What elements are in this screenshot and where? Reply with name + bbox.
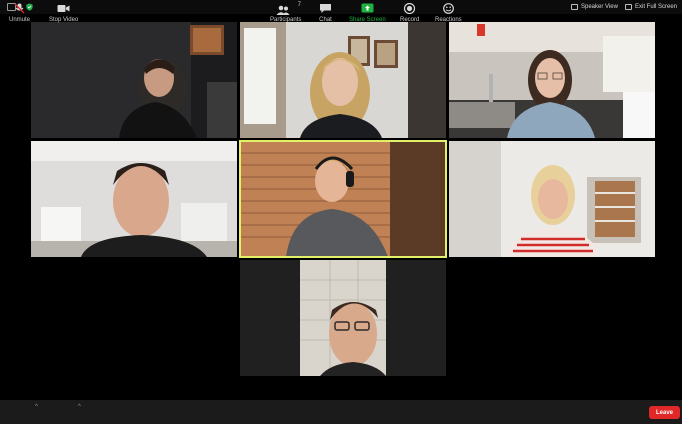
- speaker-view-icon: [571, 4, 578, 10]
- record-label: Record: [400, 17, 420, 23]
- participants-label: Participants: [270, 17, 302, 23]
- record-button[interactable]: Record: [400, 3, 419, 24]
- meeting-top-bar: Speaker View Exit Full Screen: [0, 0, 682, 14]
- participants-icon: [276, 5, 290, 15]
- video-camera-icon: [57, 5, 70, 12]
- meeting-controls-bar: [0, 400, 682, 424]
- unmute-button[interactable]: Unmute: [9, 3, 30, 24]
- participant-video-tile[interactable]: [31, 141, 237, 257]
- exit-full-screen-label: Exit Full Screen: [635, 4, 678, 10]
- participant-video: [240, 22, 446, 138]
- microphone-muted-icon: [14, 3, 25, 14]
- speaker-view-button[interactable]: Speaker View: [571, 2, 618, 12]
- share-screen-label: Share Screen: [349, 17, 386, 23]
- chat-label: Chat: [319, 17, 332, 23]
- exit-full-screen-button[interactable]: Exit Full Screen: [625, 2, 677, 12]
- video-options-chevron-icon[interactable]: ^: [78, 404, 81, 410]
- active-speaker-tile[interactable]: [239, 140, 447, 258]
- chat-button[interactable]: Chat: [319, 3, 332, 24]
- participant-video-tile[interactable]: [31, 22, 237, 138]
- exit-full-screen-icon: [625, 4, 632, 10]
- participant-video-tile[interactable]: [240, 260, 446, 376]
- participants-button[interactable]: 7 Participants: [270, 2, 302, 24]
- stop-video-button[interactable]: Stop Video: [49, 3, 78, 24]
- chat-icon: [320, 4, 331, 13]
- participant-video: [240, 260, 446, 376]
- participant-video: [240, 141, 446, 257]
- share-screen-button[interactable]: Share Screen: [349, 3, 386, 24]
- participants-icon-group: 7: [275, 2, 301, 15]
- reactions-button[interactable]: Reactions: [435, 3, 462, 24]
- share-screen-icon: [361, 3, 374, 13]
- reactions-icon: [442, 3, 454, 14]
- speaker-view-label: Speaker View: [581, 4, 618, 10]
- participant-video: [449, 141, 655, 257]
- participant-count: 7: [297, 2, 302, 8]
- participant-video-tile[interactable]: [240, 22, 446, 138]
- participant-video: [31, 141, 237, 257]
- unmute-label: Unmute: [9, 17, 31, 23]
- audio-options-chevron-icon[interactable]: ^: [35, 404, 38, 410]
- participant-video-tile[interactable]: [449, 141, 655, 257]
- stop-video-label: Stop Video: [49, 17, 79, 23]
- participant-video-tile[interactable]: [449, 22, 655, 138]
- record-icon: [404, 3, 416, 14]
- participant-video: [449, 22, 655, 138]
- leave-button[interactable]: Leave: [649, 406, 680, 419]
- reactions-label: Reactions: [435, 17, 462, 23]
- participant-video: [31, 22, 237, 138]
